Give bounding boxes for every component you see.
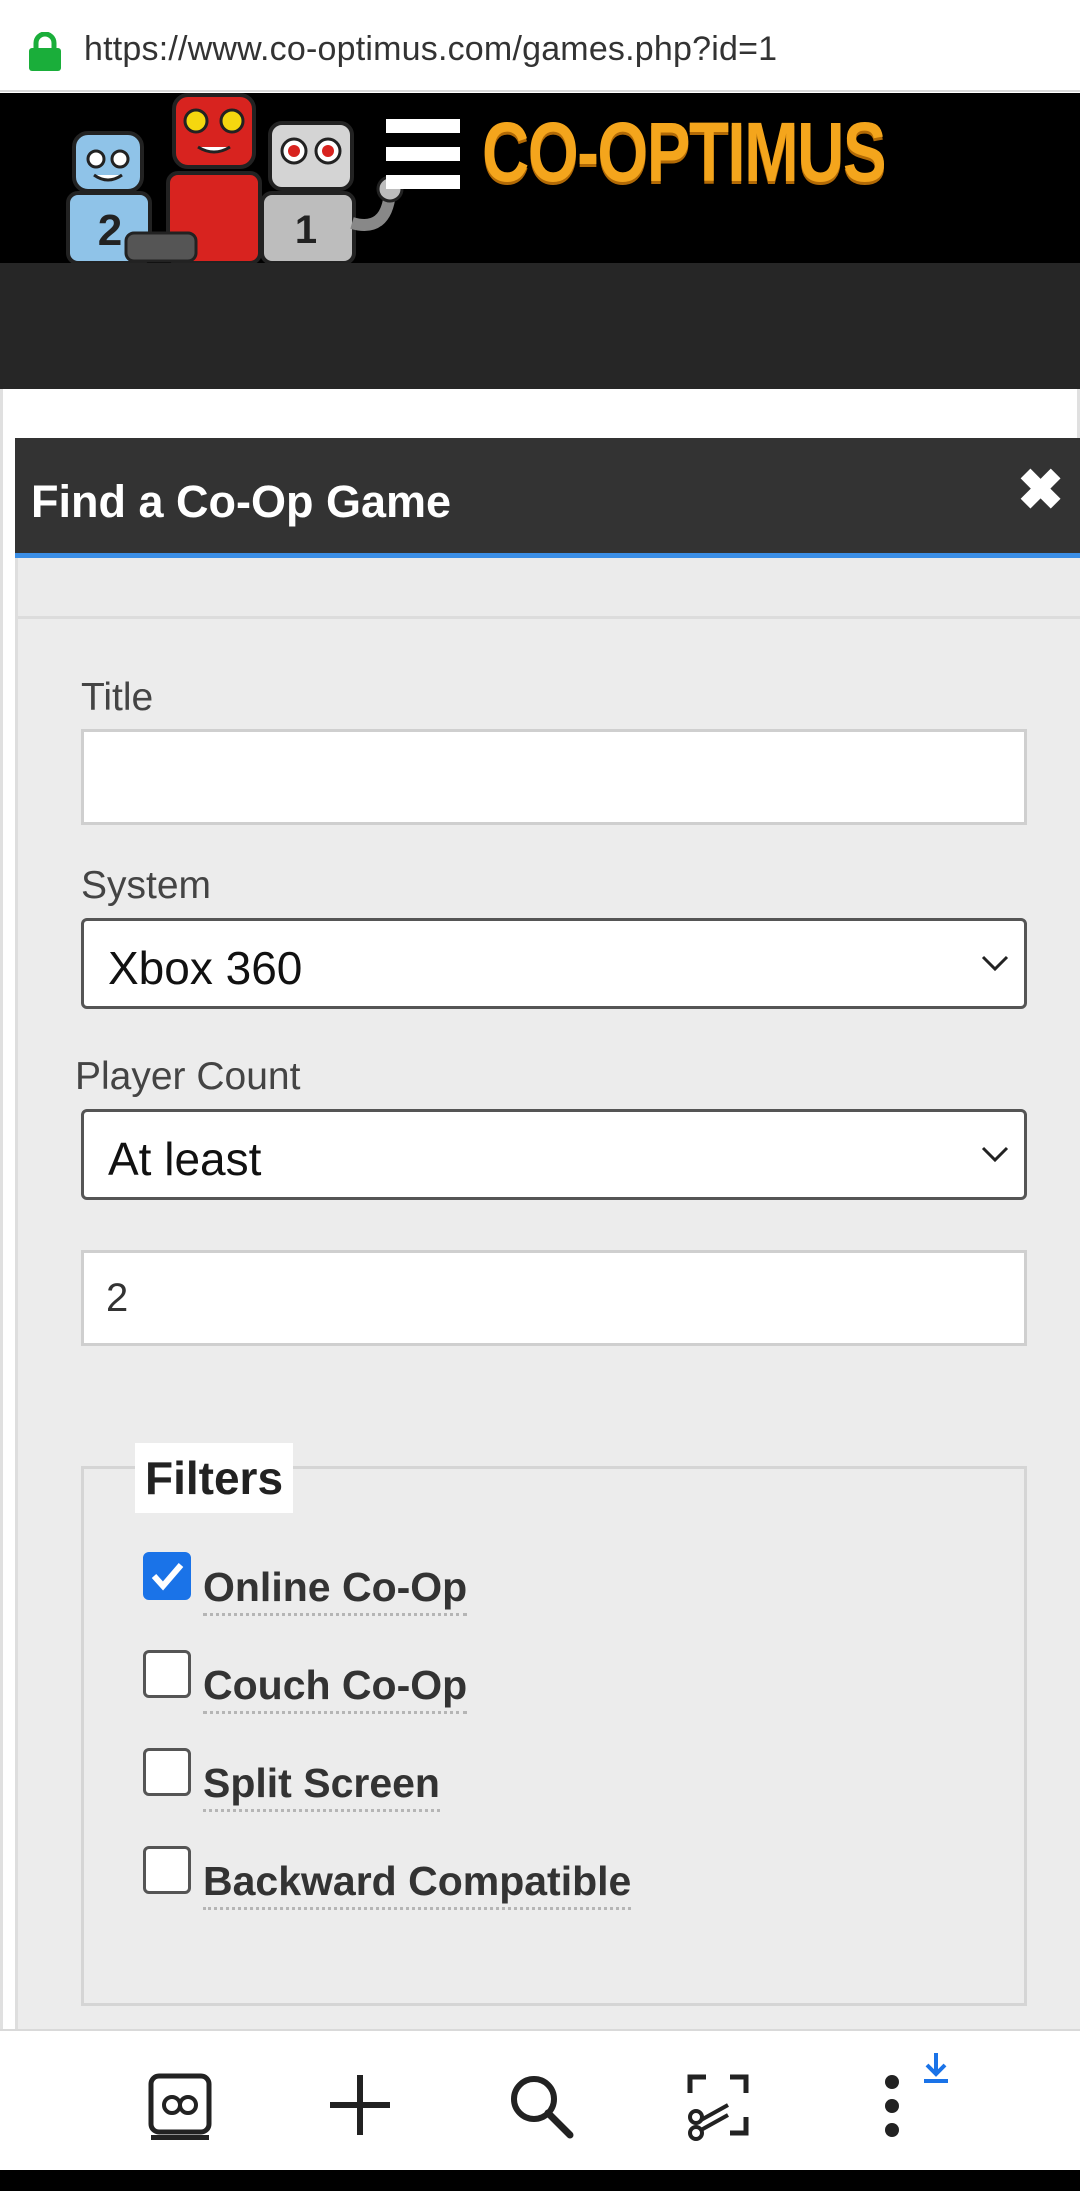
system-nav-strip [0,2170,1080,2191]
browser-bottom-toolbar [0,2029,1080,2169]
modal-body: Title System Xbox 360 Player Count At le… [15,558,1080,2029]
modal-subbar [18,558,1080,619]
title-label: Title [81,676,154,719]
browser-url-bar[interactable]: https://www.co-optimus.com/games.php?id=… [0,0,1080,92]
url-text[interactable]: https://www.co-optimus.com/games.php?id=… [84,30,777,69]
system-selected-value: Xbox 360 [108,942,303,994]
new-tab-icon[interactable] [330,2075,390,2135]
title-input[interactable] [81,729,1027,825]
system-select[interactable]: Xbox 360 [81,918,1027,1009]
player-count-comparator-select[interactable]: At least [81,1109,1027,1200]
tabs-icon[interactable] [148,2073,212,2141]
modal-header: Find a Co-Op Game ✖ [15,438,1080,558]
filters-legend: Filters [135,1443,294,1513]
online-coop-checkbox[interactable] [143,1552,191,1600]
lock-icon [29,32,61,71]
modal-title: Find a Co-Op Game [31,476,452,527]
backward-compatible-label[interactable]: Backward Compatible [203,1858,632,1910]
svg-text:1: 1 [295,208,317,252]
site-subheader-band [0,263,1080,389]
hamburger-menu-icon[interactable] [384,115,462,193]
split-screen-label[interactable]: Split Screen [203,1760,440,1812]
chevron-down-icon [981,1146,1009,1163]
player-count-label: Player Count [75,1055,301,1098]
split-screen-checkbox[interactable] [143,1748,191,1796]
close-icon[interactable]: ✖ [1017,462,1064,518]
checkmark-icon [151,1563,184,1591]
screenshot-icon[interactable] [684,2071,752,2141]
couch-coop-checkbox[interactable] [143,1650,191,1698]
svg-text:2: 2 [98,206,122,255]
search-icon[interactable] [508,2073,574,2139]
more-menu-icon[interactable] [882,2073,902,2139]
download-arrow-icon[interactable] [922,2051,950,2085]
couch-coop-label[interactable]: Couch Co-Op [203,1662,468,1714]
system-label: System [81,864,212,907]
player-count-comparator-value: At least [108,1133,262,1185]
filters-fieldset [81,1466,1027,2006]
site-logo-text[interactable]: CO-OPTIMUS [482,104,887,201]
online-coop-label[interactable]: Online Co-Op [203,1564,468,1616]
chevron-down-icon [981,955,1009,972]
robots-mascot-logo[interactable]: 2 1 [56,93,406,263]
backward-compatible-checkbox[interactable] [143,1846,191,1894]
player-count-input[interactable] [81,1250,1027,1346]
